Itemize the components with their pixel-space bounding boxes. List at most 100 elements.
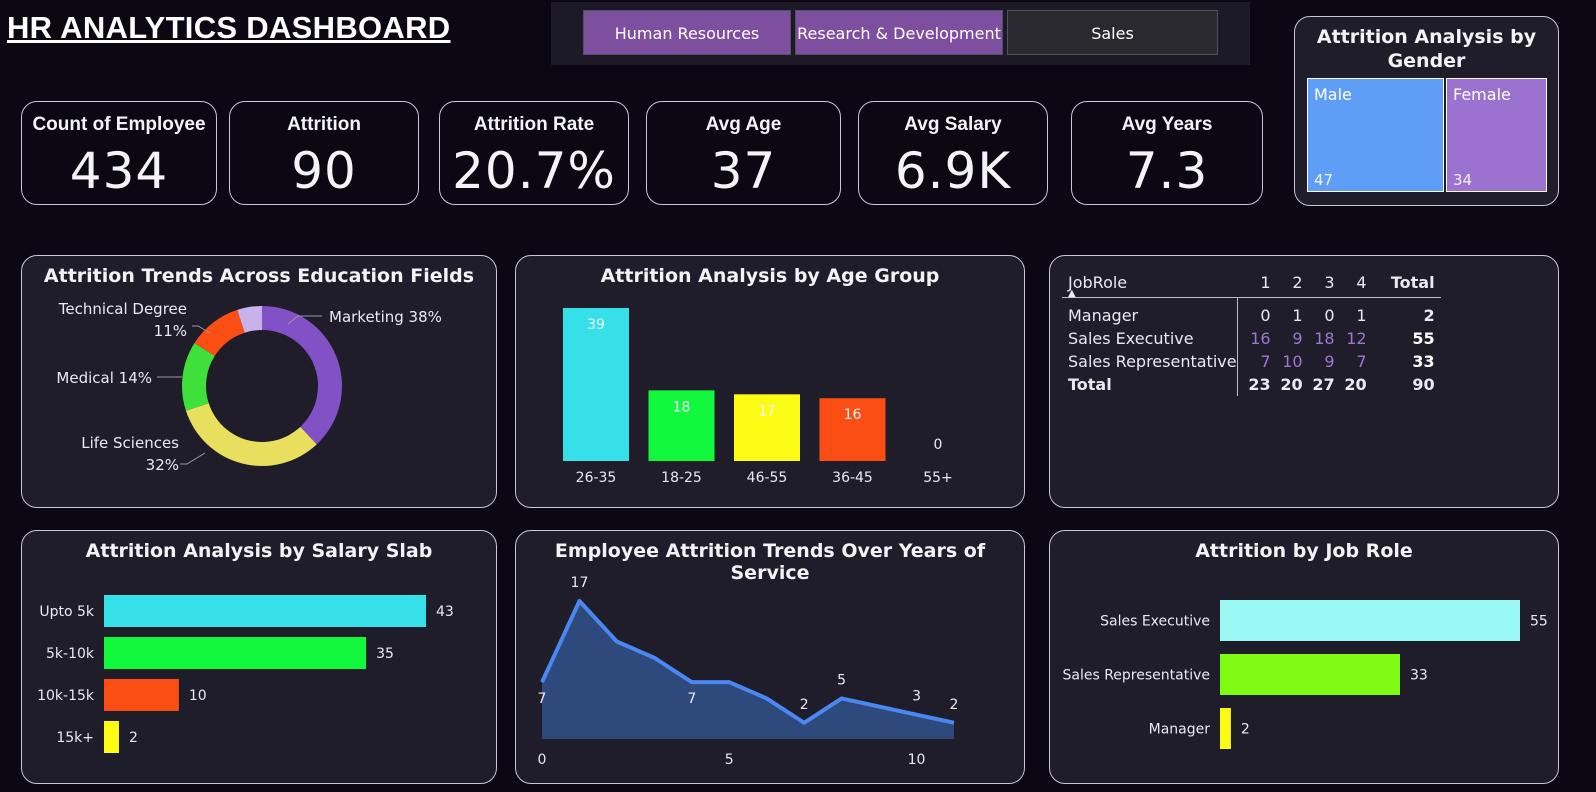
years-point-label: 7 xyxy=(687,691,696,707)
slicer-sales[interactable]: Sales xyxy=(1007,10,1218,55)
education-donut-chart: Marketing 38% Technical Degree 11% Medic… xyxy=(56,300,442,474)
kpi-value: 7.3 xyxy=(1125,142,1209,200)
years-area-chart: 7 17 7 2 5 3 2 0 5 10 xyxy=(538,575,959,768)
treemap-female[interactable]: Female 34 xyxy=(1446,78,1547,192)
slicer-research-development[interactable]: Research & Development xyxy=(795,10,1003,55)
age-bar-value: 17 xyxy=(758,403,776,419)
slicer-human-resources[interactable]: Human Resources xyxy=(583,10,791,55)
jobrole-category-label: Sales Executive xyxy=(1100,614,1210,630)
matrix-row-label: Manager xyxy=(1062,298,1238,327)
label-marketing: Marketing 38% xyxy=(329,308,442,326)
matrix-row-label: Sales Executive xyxy=(1062,327,1238,350)
jobrole-card: Attrition by Job Role Sales Executive 55 S… xyxy=(1049,530,1559,784)
matrix-cell: 7 xyxy=(1356,352,1367,371)
age-bar-value: 18 xyxy=(673,399,691,415)
matrix-cell: 1 xyxy=(1292,306,1303,325)
matrix-total-label: Total xyxy=(1062,373,1238,396)
age-bar-value: 39 xyxy=(587,317,605,333)
matrix-card: JobRole ▲ 1 2 3 4 Total Manager 0 1 0 1 … xyxy=(1049,255,1559,508)
education-card: Attrition Trends Across Education Fields… xyxy=(21,255,497,508)
kpi-value: 6.9K xyxy=(894,142,1012,200)
jobrole-bar-value: 33 xyxy=(1410,668,1428,684)
salary-bar-10k-15k[interactable] xyxy=(104,679,179,711)
salary-card: Attrition Analysis by Salary Slab Upto 5… xyxy=(21,530,497,784)
matrix-header-col: 1 xyxy=(1237,268,1271,298)
table-row: Manager 0 1 0 1 2 xyxy=(1062,298,1441,327)
kpi-label: Avg Salary xyxy=(904,114,1002,135)
salary-category-label: Upto 5k xyxy=(39,604,95,620)
years-point-label: 3 xyxy=(912,689,921,705)
salary-bar-5k-10k[interactable] xyxy=(104,637,367,669)
salary-bar-15k[interactable] xyxy=(104,721,119,753)
sort-ascending-icon: ▲ xyxy=(1068,288,1076,299)
donut-slice-marketing[interactable] xyxy=(262,306,342,445)
salary-bar-value: 35 xyxy=(376,646,394,662)
age-bar-value: 0 xyxy=(934,437,943,453)
matrix-total-cell: 23 xyxy=(1248,375,1271,394)
label-life-pct: 32% xyxy=(146,456,179,474)
kpi-count-of-employee: Count of Employee 434 xyxy=(21,101,217,205)
years-x-tick: 5 xyxy=(725,752,734,768)
table-row-total: Total 23 20 27 20 90 xyxy=(1062,373,1441,396)
matrix-cell: 16 xyxy=(1250,329,1271,348)
kpi-label: Avg Years xyxy=(1121,114,1213,135)
salary-bar-value: 10 xyxy=(189,688,207,704)
age-category-label: 36-45 xyxy=(832,470,873,486)
matrix-grand-total: 90 xyxy=(1412,375,1435,394)
years-area-fill xyxy=(542,601,954,739)
age-bar-value: 16 xyxy=(844,407,862,423)
dashboard-title: HR ANALYTICS DASHBOARD xyxy=(7,10,451,45)
years-x-tick: 10 xyxy=(908,752,926,768)
salary-category-label: 15k+ xyxy=(56,730,94,746)
donut-slice-medical[interactable] xyxy=(182,343,215,411)
jobrole-bar-manager[interactable] xyxy=(1220,708,1231,749)
kpi-attrition-rate: Attrition Rate 20.7% xyxy=(439,101,629,205)
age-category-label: 18-25 xyxy=(661,470,702,486)
treemap-male-label: Male xyxy=(1314,85,1352,104)
donut-slice-life-sciences[interactable] xyxy=(185,403,317,466)
table-row: Sales Executive 16 9 18 12 55 xyxy=(1062,327,1441,350)
jobrole-bar-value: 2 xyxy=(1241,722,1250,738)
matrix-header-col: 2 xyxy=(1270,268,1303,298)
treemap-male-value: 47 xyxy=(1314,171,1334,189)
matrix-header-jobrole[interactable]: JobRole ▲ xyxy=(1062,268,1238,299)
jobrole-bar-sales-representative[interactable] xyxy=(1220,654,1400,695)
jobrole-bar-value: 55 xyxy=(1530,614,1548,630)
kpi-value: 434 xyxy=(69,142,169,200)
gender-card: Attrition Analysis by Gender Male 47 Fem… xyxy=(1294,16,1559,206)
kpi-attrition: Attrition 90 xyxy=(229,101,419,205)
table-row: Sales Representative 7 10 9 7 33 xyxy=(1062,350,1441,373)
label-technical-pct: 11% xyxy=(154,322,187,340)
kpi-label: Count of Employee xyxy=(32,114,206,135)
jobrole-matrix: JobRole ▲ 1 2 3 4 Total Manager 0 1 0 1 … xyxy=(1062,268,1441,396)
matrix-header-col: 4 xyxy=(1334,268,1367,298)
salary-category-label: 10k-15k xyxy=(37,688,95,704)
kpi-label: Attrition Rate xyxy=(473,114,595,135)
matrix-header-col: 3 xyxy=(1302,268,1335,298)
matrix-cell: 12 xyxy=(1346,329,1367,348)
jobrole-bar-chart: Sales Executive 55 Sales Representative 33 M… xyxy=(1063,600,1548,749)
kpi-avg-years: Avg Years 7.3 xyxy=(1071,101,1263,205)
years-point-label: 2 xyxy=(950,697,959,713)
matrix-row-total: 2 xyxy=(1423,306,1435,325)
salary-bar-upto-5k[interactable] xyxy=(104,595,426,627)
years-point-label: 17 xyxy=(571,575,589,591)
matrix-header-label: JobRole xyxy=(1068,273,1128,292)
salary-bar-value: 2 xyxy=(129,730,138,746)
matrix-cell: 9 xyxy=(1292,329,1303,348)
kpi-avg-age: Avg Age 37 xyxy=(646,101,841,205)
kpi-value: 20.7% xyxy=(452,142,616,200)
label-medical: Medical 14% xyxy=(56,369,152,387)
label-technical-name: Technical Degree xyxy=(58,300,187,318)
years-point-label: 2 xyxy=(800,697,809,713)
matrix-total-cell: 20 xyxy=(1280,375,1303,394)
department-slicer: Human Resources Research & Development S… xyxy=(551,2,1250,65)
age-card: Attrition Analysis by Age Group 39 26-35 1… xyxy=(515,255,1025,508)
jobrole-bar-sales-executive[interactable] xyxy=(1220,600,1520,641)
matrix-cell: 0 xyxy=(1260,306,1271,325)
treemap-male[interactable]: Male 47 xyxy=(1307,78,1444,192)
years-card: Employee Attrition Trends Over Years of … xyxy=(515,530,1025,784)
matrix-total-cell: 20 xyxy=(1344,375,1367,394)
jobrole-category-label: Manager xyxy=(1149,722,1211,738)
matrix-cell: 1 xyxy=(1356,306,1367,325)
